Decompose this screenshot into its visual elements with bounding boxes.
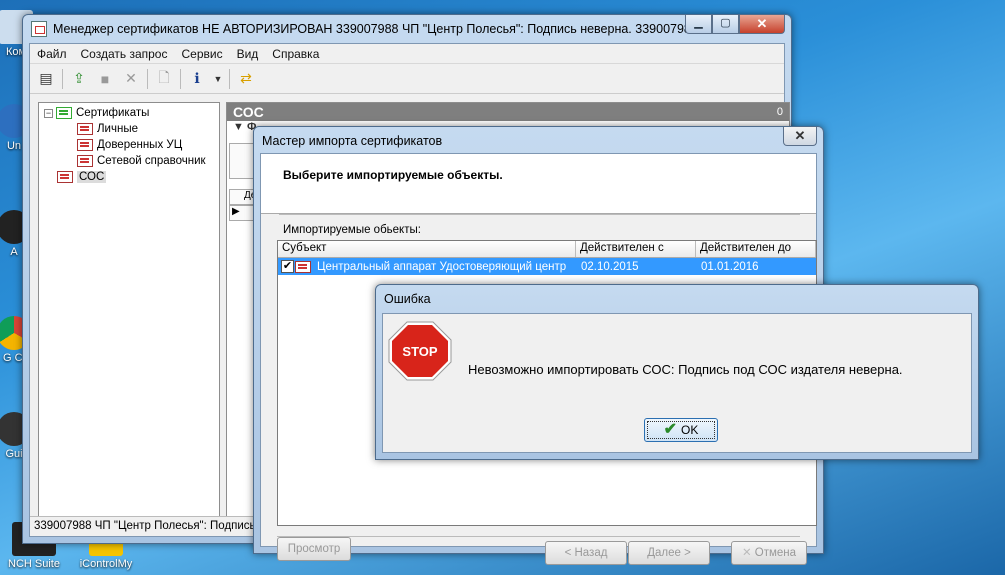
book-icon[interactable]: ▤ [36, 69, 56, 89]
close-button[interactable]: ✕ [783, 127, 817, 146]
certificate-icon [77, 123, 93, 135]
main-window-title: Менеджер сертификатов НЕ АВТОРИЗИРОВАН 3… [53, 22, 702, 36]
close-button[interactable]: ✕ [739, 15, 785, 34]
cell-valid-to: 01.01.2016 [701, 260, 759, 273]
tree-item-label: Сетевой справочник [97, 155, 206, 167]
desktop-icon-label: Gui [5, 448, 23, 460]
tree-item-label: Доверенных УЦ [97, 139, 183, 151]
divider [279, 214, 800, 215]
ok-label: OK [681, 423, 699, 437]
tree-item-crl[interactable]: СОС [39, 169, 219, 185]
menubar: Файл Создать запрос Сервис Вид Справка [30, 44, 784, 64]
menu-file[interactable]: Файл [30, 47, 74, 61]
tree-item-trusted-ca[interactable]: Доверенных УЦ [39, 137, 219, 153]
stop-icon: STOP [388, 321, 452, 381]
certificate-icon [77, 155, 93, 167]
chevron-down-icon[interactable]: ▼ [213, 69, 223, 89]
column-subject[interactable]: Субъект [278, 241, 576, 257]
divider [277, 536, 800, 537]
tree-item-certificates[interactable]: − Сертификаты [39, 105, 219, 121]
main-titlebar[interactable]: Менеджер сертификатов НЕ АВТОРИЗИРОВАН 3… [23, 15, 791, 43]
menu-view[interactable]: Вид [230, 47, 266, 61]
caption-buttons: ✕ [783, 127, 817, 146]
cert-tree: − Сертификаты Личные Доверенных УЦ Сетев… [38, 102, 220, 534]
list-label: Импортируемые обьекты: [283, 224, 421, 236]
pane-title: СОС [233, 104, 264, 120]
column-valid-to[interactable]: Действителен до [696, 241, 816, 257]
list-item-checkbox[interactable]: ✔ [281, 260, 294, 273]
desktop-icon-label: NCH Suite [8, 558, 60, 570]
error-body: STOP Невозможно импортировать СОС: Подпи… [382, 313, 972, 453]
cancel-icon: ✕ [741, 547, 752, 559]
desktop-icon-label: iControlMy [79, 558, 133, 570]
delete-icon[interactable]: ✕ [121, 69, 141, 89]
wizard-heading: Выберите импортируемые объекты. [283, 168, 503, 182]
caption-buttons: ▁ ▢ ✕ [685, 15, 785, 34]
tree-item-label: Личные [97, 123, 138, 135]
list-item[interactable]: ✔ Центральный аппарат Удостоверяющий цен… [278, 258, 816, 275]
toolbar-separator [180, 68, 181, 89]
app-icon [31, 21, 47, 37]
maximize-button[interactable]: ▢ [712, 15, 739, 34]
toolbar-separator [229, 68, 230, 89]
stop-icon-text: STOP [402, 344, 437, 359]
minimize-button[interactable]: ▁ [685, 15, 712, 34]
pane-header: СОС 0 [227, 103, 789, 121]
error-message: Невозможно импортировать СОС: Подпись по… [468, 362, 903, 377]
toolbar: ▤ ⇪ ■ ✕ 🗋 ℹ ▼ ⇄ [30, 64, 784, 94]
cell-subject: Центральный аппарат Удостоверяющий центр [317, 260, 567, 273]
certificate-icon [77, 139, 93, 151]
status-text: 339007988 ЧП "Центр Полесья": Подпись [34, 520, 256, 532]
crl-icon [57, 171, 73, 183]
tree-item-network-directory[interactable]: Сетевой справочник [39, 153, 219, 169]
error-dialog: Ошибка STOP Невозможно импортировать СОС… [375, 284, 979, 460]
next-button[interactable]: Далее > [628, 541, 710, 565]
info-icon[interactable]: ℹ [187, 69, 207, 89]
crl-icon [295, 260, 311, 273]
wizard-titlebar[interactable]: Мастер импорта сертификатов [254, 127, 823, 155]
tree-item-label: СОС [77, 171, 107, 183]
ok-button[interactable]: ✔ OK [644, 418, 718, 442]
collapse-icon[interactable]: − [44, 108, 53, 118]
cancel-label: Отмена [754, 547, 797, 559]
certificate-icon [56, 107, 72, 119]
error-titlebar[interactable]: Ошибка [376, 285, 978, 313]
menu-create-request[interactable]: Создать запрос [74, 47, 175, 61]
column-valid-from[interactable]: Действителен с [576, 241, 696, 257]
stop-icon[interactable]: ■ [95, 69, 115, 89]
toolbar-separator [147, 68, 148, 89]
wizard-title: Мастер импорта сертификатов [262, 134, 443, 148]
back-button[interactable]: < Назад [545, 541, 627, 565]
refresh-icon[interactable]: ⇄ [236, 69, 256, 89]
desktop-icon-label: Un [6, 140, 22, 152]
desktop-icon-label: А [10, 246, 18, 258]
cell-valid-from: 02.10.2015 [581, 260, 639, 273]
tree-item-label: Сертификаты [76, 107, 150, 119]
cancel-button[interactable]: ✕ Отмена [731, 541, 807, 565]
list-header: Субъект Действителен с Действителен до [278, 241, 816, 258]
preview-icon[interactable]: 🗋 [154, 69, 174, 89]
menu-help[interactable]: Справка [265, 47, 326, 61]
error-title: Ошибка [384, 292, 431, 306]
view-button[interactable]: Просмотр [277, 537, 351, 561]
tree-item-personal[interactable]: Личные [39, 121, 219, 137]
wizard-header: Выберите импортируемые объекты. [261, 154, 816, 214]
toolbar-separator [62, 68, 63, 89]
pane-count: 0 [776, 106, 783, 118]
menu-service[interactable]: Сервис [174, 47, 229, 61]
check-icon: ✔ [663, 421, 678, 438]
import-icon[interactable]: ⇪ [69, 69, 89, 89]
